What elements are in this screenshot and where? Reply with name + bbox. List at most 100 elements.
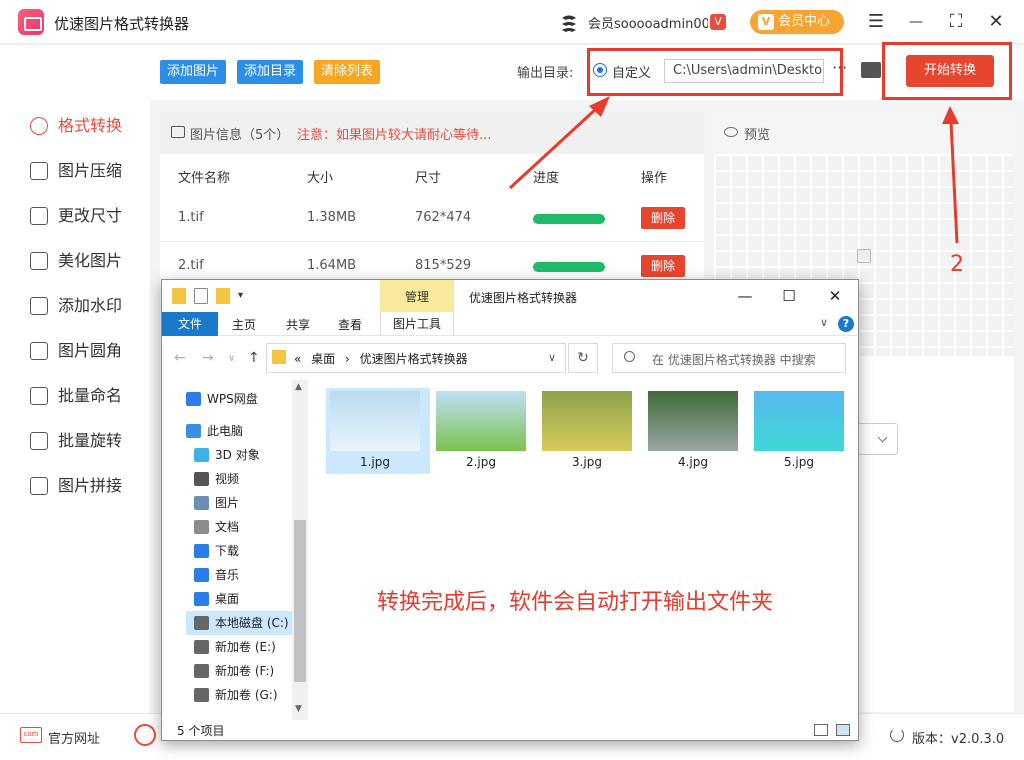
output-path-input[interactable]: C:\Users\admin\Desktop xyxy=(664,59,824,83)
user-name: 会员sooooadmin0000 xyxy=(588,17,708,32)
refresh-button[interactable]: ↻ xyxy=(568,343,598,373)
tab-home[interactable]: 主页 xyxy=(232,316,256,333)
resize-icon xyxy=(30,207,48,225)
address-overflow[interactable]: « xyxy=(294,352,301,366)
file-size: 1.64MB xyxy=(307,258,357,273)
sidebar-item[interactable]: 批量命名 xyxy=(30,381,150,411)
tree-item-label: 文档 xyxy=(215,520,240,534)
explorer-maximize-button[interactable]: ☐ xyxy=(774,286,804,306)
tree-item[interactable]: 3D 对象 xyxy=(186,443,292,467)
tree-item[interactable]: 新加卷 (E:) xyxy=(186,635,292,659)
sidebar-item[interactable]: 添加水印 xyxy=(30,291,150,321)
sidebar-item[interactable]: 美化图片 xyxy=(30,246,150,276)
clear-list-button[interactable]: 清除列表 xyxy=(314,60,381,84)
file-info-count: 图片信息（5个） xyxy=(190,128,290,143)
explorer-close-button[interactable]: ✕ xyxy=(820,286,850,306)
start-convert-button[interactable]: 开始转换 xyxy=(906,55,994,87)
tree-item[interactable]: 本地磁盘 (C:) xyxy=(186,611,292,635)
menu-icon[interactable]: ☰ xyxy=(864,10,888,34)
app-title: 优速图片格式转换器 xyxy=(54,15,190,33)
tree-item[interactable]: 音乐 xyxy=(186,563,292,587)
tree-item[interactable]: 新加卷 (F:) xyxy=(186,659,292,683)
tab-view[interactable]: 查看 xyxy=(338,316,362,333)
header-action: 操作 xyxy=(641,171,668,186)
refresh-icon xyxy=(890,728,904,742)
file-label[interactable]: 3.jpg xyxy=(542,455,632,469)
sidebar-item[interactable]: 格式转换 xyxy=(30,111,150,141)
vip-center-button[interactable]: V 会员中心 xyxy=(750,10,844,34)
file-label[interactable]: 5.jpg xyxy=(754,455,844,469)
delete-button[interactable]: 删除 xyxy=(641,207,685,229)
sidebar-item[interactable]: 图片压缩 xyxy=(30,156,150,186)
tab-share[interactable]: 共享 xyxy=(286,316,310,333)
website-icon: com xyxy=(20,727,42,743)
vip-center-label: 会员中心 xyxy=(778,14,831,29)
tree-item[interactable]: 下载 xyxy=(186,539,292,563)
qa-dropdown-icon[interactable]: ▾ xyxy=(238,288,252,304)
sidebar-item[interactable]: 图片圆角 xyxy=(30,336,150,366)
forward-icon[interactable]: → xyxy=(202,350,214,366)
output-dir-label: 输出目录: xyxy=(517,66,574,81)
folder-icon[interactable] xyxy=(861,62,881,78)
file-thumbnail[interactable] xyxy=(436,391,526,451)
sidebar-item[interactable]: 更改尺寸 xyxy=(30,201,150,231)
help-icon[interactable]: ? xyxy=(838,316,854,332)
sidebar-item[interactable]: 批量旋转 xyxy=(30,426,150,456)
user-avatar-icon[interactable] xyxy=(558,12,580,34)
file-dimensions: 815*529 xyxy=(415,258,472,273)
preview-label: 预览 xyxy=(744,128,771,143)
address-part-folder[interactable]: 优速图片格式转换器 xyxy=(360,352,468,366)
large-icons-view-icon[interactable] xyxy=(836,724,850,736)
custom-radio[interactable] xyxy=(593,63,607,77)
add-image-button[interactable]: 添加图片 xyxy=(160,60,227,84)
minimize-button[interactable]: — xyxy=(904,10,928,34)
tree-item[interactable]: WPS网盘 xyxy=(178,387,292,411)
address-dropdown-icon[interactable]: ∨ xyxy=(548,351,556,364)
properties-icon[interactable] xyxy=(194,288,208,304)
tree-item-label: WPS网盘 xyxy=(207,392,258,406)
add-directory-button[interactable]: 添加目录 xyxy=(237,60,304,84)
scroll-up-icon[interactable]: ▲ xyxy=(295,382,302,392)
file-thumbnail[interactable] xyxy=(648,391,738,451)
tab-picture-tools[interactable]: 图片工具 xyxy=(380,312,454,336)
up-icon[interactable]: ↑ xyxy=(248,350,260,366)
file-label[interactable]: 2.jpg xyxy=(436,455,526,469)
scroll-down-icon[interactable]: ▼ xyxy=(295,704,302,714)
details-view-icon[interactable] xyxy=(814,724,828,736)
more-options-icon[interactable]: ··· xyxy=(832,58,847,77)
qq-icon[interactable] xyxy=(134,724,156,746)
tree-scroll-thumb[interactable] xyxy=(294,520,306,682)
close-button[interactable]: ✕ xyxy=(984,10,1008,34)
sidebar-item[interactable]: 图片拼接 xyxy=(30,471,150,501)
tree-item[interactable]: 文档 xyxy=(186,515,292,539)
manage-tab[interactable]: 管理 xyxy=(380,280,454,312)
file-label[interactable]: 4.jpg xyxy=(648,455,738,469)
search-placeholder: 在 优速图片格式转换器 中搜索 xyxy=(652,353,816,367)
address-separator[interactable]: › xyxy=(345,352,350,366)
file-thumbnail[interactable] xyxy=(330,391,420,451)
tree-item[interactable]: 图片 xyxy=(186,491,292,515)
preview-dropdown[interactable] xyxy=(856,423,898,455)
delete-button[interactable]: 删除 xyxy=(641,255,685,277)
explorer-minimize-button[interactable]: — xyxy=(730,286,760,306)
tab-file[interactable]: 文件 xyxy=(162,312,218,336)
image-icon xyxy=(171,126,185,138)
folder-icon[interactable] xyxy=(172,288,186,304)
file-label[interactable]: 1.jpg xyxy=(330,455,420,469)
custom-radio-label: 自定义 xyxy=(612,66,652,81)
recent-dropdown-icon[interactable]: ∨ xyxy=(228,353,235,364)
sidebar xyxy=(0,45,150,713)
maximize-button[interactable]: ⛶ xyxy=(944,10,968,34)
tree-item[interactable]: 视频 xyxy=(186,467,292,491)
tree-item[interactable]: 此电脑 xyxy=(178,419,292,443)
tree-item[interactable]: 新加卷 (G:) xyxy=(186,683,292,707)
ribbon-expand-icon[interactable]: ∨ xyxy=(820,316,828,329)
back-icon[interactable]: ← xyxy=(174,350,186,366)
tree-item[interactable]: 桌面 xyxy=(186,587,292,611)
official-site-link[interactable]: 官方网址 xyxy=(48,728,100,747)
header-progress: 进度 xyxy=(533,171,560,186)
new-folder-icon[interactable] xyxy=(216,288,230,304)
file-thumbnail[interactable] xyxy=(754,391,844,451)
address-part-desktop[interactable]: 桌面 xyxy=(311,352,335,366)
file-thumbnail[interactable] xyxy=(542,391,632,451)
